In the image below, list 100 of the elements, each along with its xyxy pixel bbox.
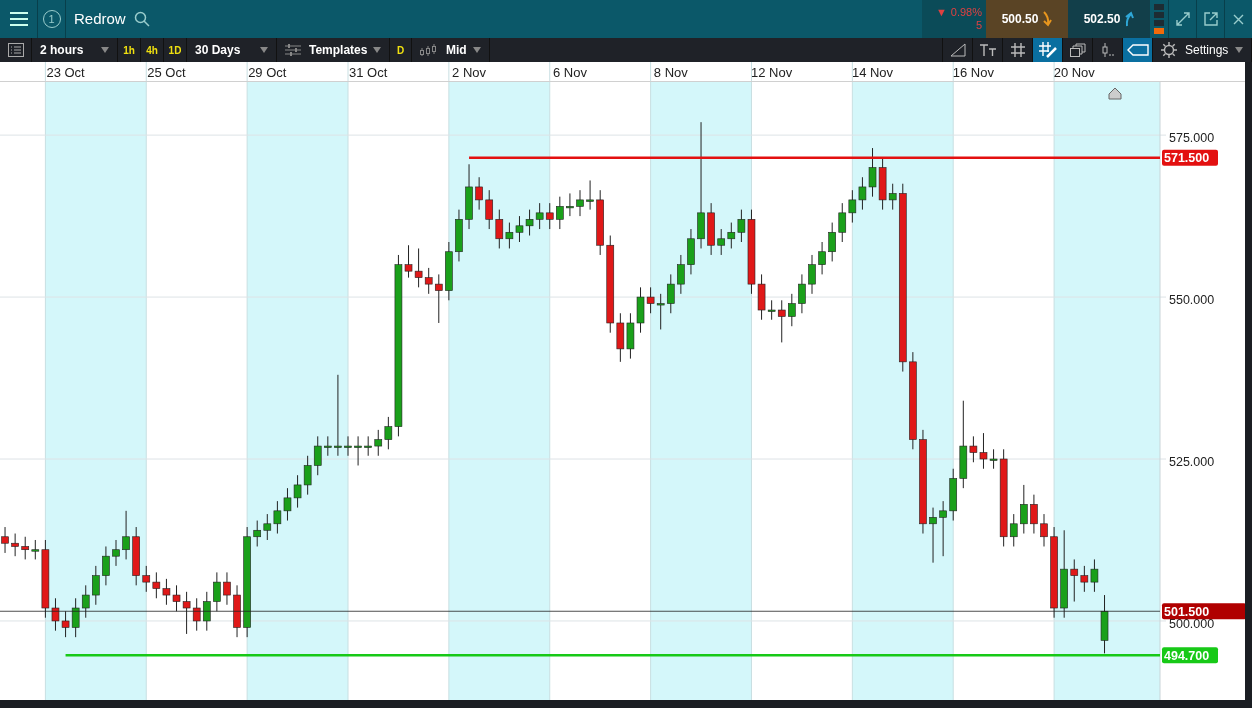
layers-icon <box>1069 43 1086 57</box>
candlestick <box>727 222 736 249</box>
caret-icon <box>260 47 268 53</box>
level-bars-icon <box>1154 4 1164 34</box>
candlestick <box>21 536 30 560</box>
price-axis-label: 575.000 <box>1169 131 1215 146</box>
instrument-title: Redrow <box>74 8 126 29</box>
settings-icon <box>1161 42 1177 58</box>
candles-icon <box>420 44 438 56</box>
candlestick <box>424 267 433 295</box>
tag-icon <box>1126 44 1149 56</box>
candlestick <box>767 299 776 321</box>
search-icon[interactable] <box>133 11 150 27</box>
down-arrow-icon: ▼ <box>935 6 947 19</box>
candlestick <box>1 526 9 554</box>
candlestick <box>848 189 857 224</box>
candlestick <box>344 435 352 457</box>
candlestick <box>485 189 494 230</box>
candlestick <box>838 202 847 243</box>
expand-icon <box>1175 12 1190 26</box>
change-percent: 0.98% <box>950 6 982 19</box>
text-size-icon <box>978 44 997 56</box>
date-label: 2 Nov <box>452 65 487 80</box>
candlestick <box>576 189 584 217</box>
candlestick <box>1009 513 1018 547</box>
candlestick <box>828 222 836 262</box>
candlestick <box>939 500 947 557</box>
candlestick <box>1020 484 1028 535</box>
candlestick <box>929 507 937 564</box>
candlestick <box>92 565 100 606</box>
candlestick <box>112 539 120 567</box>
candlestick <box>192 597 201 632</box>
candlestick <box>152 571 161 599</box>
candlestick <box>11 533 19 557</box>
candlestick <box>324 435 332 457</box>
candlestick <box>142 565 151 593</box>
sliders-icon <box>285 44 301 56</box>
caret-icon <box>101 47 109 53</box>
candlestick <box>475 176 483 211</box>
candlestick <box>384 416 393 450</box>
home-marker-icon[interactable] <box>1108 87 1122 100</box>
candlestick <box>71 597 80 638</box>
date-label: 12 Nov <box>751 65 793 80</box>
candlestick <box>1070 558 1079 603</box>
price-tag-label: 571.500 <box>1164 151 1210 166</box>
candle-marker-icon <box>1099 43 1116 57</box>
trend-line-icon <box>949 43 966 57</box>
candlestick <box>777 299 786 343</box>
candlestick <box>586 179 594 211</box>
candlestick <box>818 241 826 275</box>
price-axis-label: 550.000 <box>1169 293 1215 308</box>
candlestick <box>535 202 544 230</box>
tool-button[interactable] <box>1032 38 1062 62</box>
candlestick <box>364 435 372 457</box>
menu-icon[interactable] <box>9 12 28 26</box>
caret-icon <box>373 47 381 53</box>
price-tag-label: 494.700 <box>1164 648 1210 663</box>
buy-price-button[interactable]: 502.50 <box>1068 0 1150 38</box>
candlestick <box>354 435 362 466</box>
change-points: 5 <box>975 19 982 32</box>
candlestick <box>808 254 816 295</box>
grid-pen-icon <box>1038 42 1057 58</box>
candlestick <box>666 273 675 314</box>
price-line[interactable] <box>0 610 1161 612</box>
list-icon <box>7 43 24 57</box>
candlestick <box>213 571 221 612</box>
price-axis-label: 525.000 <box>1169 455 1215 469</box>
candlestick <box>122 510 130 560</box>
candlestick <box>1040 513 1048 547</box>
candlestick <box>798 273 806 314</box>
candlestick <box>656 293 665 330</box>
caret-icon <box>1235 47 1243 53</box>
candlestick <box>788 293 796 327</box>
close-icon <box>1233 13 1244 25</box>
candlestick <box>1030 494 1038 535</box>
candlestick <box>303 455 312 496</box>
date-label: 23 Oct <box>46 65 85 80</box>
sell-price-button[interactable]: 500.50 <box>986 0 1068 38</box>
candlestick <box>263 513 272 541</box>
tool-button[interactable] <box>1122 38 1152 62</box>
price-tag-label: 501.500 <box>1164 604 1210 619</box>
candlestick <box>102 545 110 586</box>
candlestick <box>495 209 504 249</box>
candlestick <box>717 228 726 256</box>
candlestick <box>566 192 574 217</box>
candlestick <box>374 429 383 457</box>
date-label: 25 Oct <box>147 65 186 80</box>
candlestick <box>202 591 211 632</box>
date-label: 29 Oct <box>248 65 287 80</box>
up-arrow-icon[interactable] <box>1124 11 1135 27</box>
date-label: 20 Nov <box>1053 65 1095 80</box>
grid-icon <box>1010 43 1025 57</box>
candlestick <box>81 584 90 619</box>
candlestick <box>677 254 685 295</box>
candlestick <box>313 435 322 476</box>
down-arrow-icon <box>1042 11 1053 27</box>
date-label: 8 Nov <box>653 65 688 80</box>
horizontal-line[interactable] <box>469 156 1160 160</box>
candlestick <box>31 539 40 560</box>
candlestick <box>253 520 262 547</box>
